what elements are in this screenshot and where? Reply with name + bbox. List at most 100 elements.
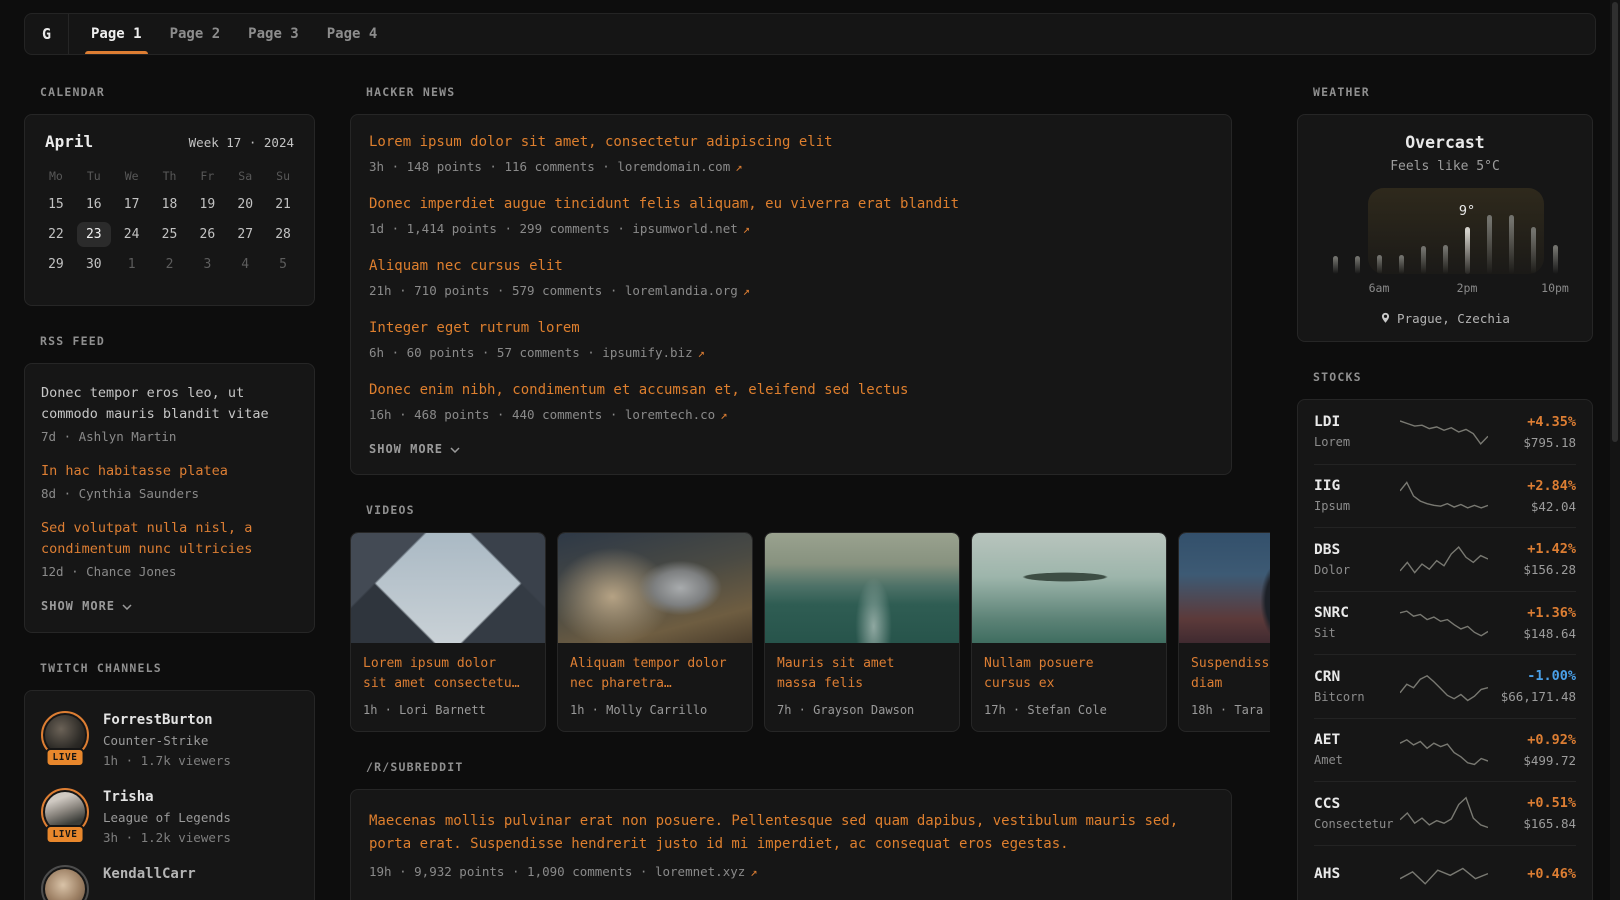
stock-identity: IIG Ipsum (1314, 478, 1400, 513)
rss-card: Donec tempor eros leo, ut commodo mauris… (24, 363, 315, 633)
calendar-day-next-month: 2 (151, 252, 189, 277)
stock-change: +0.46% (1488, 866, 1576, 882)
video-card[interactable]: Aliquam tempor dolor nec pharetra… 1h · … (557, 532, 753, 732)
stock-change: +4.35% (1488, 414, 1576, 430)
hackernews-show-more-button[interactable]: SHOW MORE (369, 442, 460, 456)
external-link-icon[interactable]: ↗ (750, 865, 757, 879)
live-badge: LIVE (46, 825, 85, 844)
video-card[interactable]: Suspendisse diam 18h · Tara (1178, 532, 1270, 732)
story-meta: 3h · 148 points · 116 comments · loremdo… (369, 159, 1213, 174)
temp-bar (1355, 256, 1360, 274)
channel-viewers: 3h · 1.2k viewers (103, 830, 231, 845)
twitch-channel-row[interactable]: LIVE ForrestBurton Counter-Strike 1h · 1… (41, 711, 298, 768)
stock-symbol: AHS (1314, 866, 1400, 882)
stock-row[interactable]: SNRC Sit +1.36% $148.64 (1314, 591, 1576, 655)
video-thumbnail (972, 533, 1166, 643)
stock-row[interactable]: CCS Consectetur +0.51% $165.84 (1314, 781, 1576, 845)
channel-info: Trisha League of Legends 3h · 1.2k viewe… (103, 788, 231, 845)
stock-change: +2.84% (1488, 478, 1576, 494)
channel-avatar (41, 865, 89, 900)
stock-row[interactable]: DBS Dolor +1.42% $156.28 (1314, 527, 1576, 591)
stock-identity: AET Amet (1314, 732, 1400, 767)
temp-bar (1487, 215, 1492, 274)
channel-avatar: LIVE (41, 788, 89, 836)
external-link-icon[interactable]: ↗ (743, 284, 750, 298)
calendar-day: 29 (37, 252, 75, 277)
stock-price: $42.04 (1488, 499, 1576, 514)
calendar-day-selected: 23 (77, 222, 111, 247)
story-item: Donec enim nibh, condimentum et accumsan… (369, 381, 1213, 422)
subreddit-card: Maecenas mollis pulvinar erat non posuer… (350, 789, 1232, 900)
story-title[interactable]: Donec enim nibh, condimentum et accumsan… (369, 381, 1213, 400)
temp-bar (1377, 255, 1382, 274)
story-title[interactable]: Donec imperdiet augue tincidunt felis al… (369, 195, 1213, 214)
dow-label: Th (151, 165, 189, 187)
channel-game: Counter-Strike (103, 733, 231, 748)
avatar-ring (41, 865, 89, 900)
chevron-down-icon (450, 447, 460, 453)
rss-item-title[interactable]: Donec tempor eros leo, ut commodo mauris… (41, 383, 298, 425)
stock-row[interactable]: IIG Ipsum +2.84% $42.04 (1314, 464, 1576, 528)
stock-row[interactable]: CRN Bitcorn -1.00% $66,171.48 (1314, 654, 1576, 718)
stock-row[interactable]: AHS +0.46% (1314, 845, 1576, 900)
story-title[interactable]: Aliquam nec cursus elit (369, 257, 1213, 276)
twitch-channel-row[interactable]: LIVE Trisha League of Legends 3h · 1.2k … (41, 788, 298, 845)
calendar-day: 20 (226, 192, 264, 217)
dow-label: We (113, 165, 151, 187)
chevron-down-icon (122, 604, 132, 610)
app-logo[interactable]: G (25, 14, 69, 54)
stock-sparkline (1400, 606, 1488, 640)
external-link-icon[interactable]: ↗ (698, 346, 705, 360)
dow-label: Su (264, 165, 302, 187)
dow-label: Mo (37, 165, 75, 187)
hackernews-widget: HACKER NEWS Lorem ipsum dolor sit amet, … (350, 85, 1270, 475)
scrollbar-thumb[interactable] (1612, 2, 1618, 442)
stock-sparkline (1400, 733, 1488, 767)
stock-row[interactable]: AET Amet +0.92% $499.72 (1314, 718, 1576, 782)
stock-price: $148.64 (1488, 626, 1576, 641)
stock-values: +1.42% $156.28 (1488, 541, 1576, 577)
location-pin-icon (1380, 312, 1391, 326)
calendar-day: 28 (264, 222, 302, 247)
tab-page-2[interactable]: Page 2 (158, 14, 233, 54)
post-title[interactable]: Maecenas mollis pulvinar erat non posuer… (369, 810, 1213, 856)
dow-label: Sa (226, 165, 264, 187)
hourly-temp-chart: 9° (1324, 188, 1566, 274)
tab-page-3[interactable]: Page 3 (236, 14, 311, 54)
tab-page-1[interactable]: Page 1 (79, 14, 154, 54)
story-title[interactable]: Lorem ipsum dolor sit amet, consectetur … (369, 133, 1213, 152)
video-card[interactable]: Nullam posuere cursus ex 17h · Stefan Co… (971, 532, 1167, 732)
external-link-icon[interactable]: ↗ (735, 160, 742, 174)
video-card[interactable]: Mauris sit amet massa felis 7h · Grayson… (764, 532, 960, 732)
time-label: 6am (1369, 281, 1390, 295)
external-link-icon[interactable]: ↗ (720, 408, 727, 422)
calendar-widget: CALENDAR April Week 17 · 2024 Mo Tu We T… (24, 85, 315, 306)
calendar-day-next-month: 5 (264, 252, 302, 277)
stock-symbol: DBS (1314, 542, 1400, 558)
twitch-channel-row[interactable]: KendallCarr (41, 865, 298, 900)
rss-item-title[interactable]: Sed volutpat nulla nisl, a condimentum n… (41, 518, 298, 560)
channel-info: ForrestBurton Counter-Strike 1h · 1.7k v… (103, 711, 231, 768)
dow-label: Tu (75, 165, 113, 187)
calendar-day: 15 (37, 192, 75, 217)
stocks-section-title: STOCKS (1313, 370, 1593, 384)
page-tabs: Page 1 Page 2 Page 3 Page 4 (69, 14, 393, 54)
video-card[interactable]: Lorem ipsum dolor sit amet consectetu… 1… (350, 532, 546, 732)
rss-item-meta: 8d · Cynthia Saunders (41, 486, 298, 501)
rss-item-meta: 7d · Ashlyn Martin (41, 429, 298, 444)
stock-values: +0.51% $165.84 (1488, 795, 1576, 831)
rss-item: In hac habitasse platea 8d · Cynthia Sau… (41, 461, 298, 501)
video-info: Suspendisse diam 18h · Tara (1179, 643, 1270, 731)
rss-show-more-button[interactable]: SHOW MORE (41, 599, 132, 613)
stock-row[interactable]: LDI Lorem +4.35% $795.18 (1314, 400, 1576, 464)
rss-item-title[interactable]: In hac habitasse platea (41, 461, 298, 482)
stock-name: Consectetur (1314, 817, 1400, 831)
tab-page-4[interactable]: Page 4 (315, 14, 390, 54)
story-title[interactable]: Integer eget rutrum lorem (369, 319, 1213, 338)
stock-sparkline (1400, 415, 1488, 449)
stock-price: $165.84 (1488, 816, 1576, 831)
external-link-icon[interactable]: ↗ (743, 222, 750, 236)
channel-viewers: 1h · 1.7k viewers (103, 753, 231, 768)
calendar-day-next-month: 1 (113, 252, 151, 277)
hackernews-section-title: HACKER NEWS (366, 85, 1270, 99)
